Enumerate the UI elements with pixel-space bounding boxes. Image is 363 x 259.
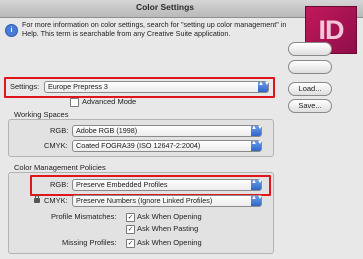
policy-rgb-highlight-box bbox=[30, 175, 271, 196]
advanced-mode-label: Advanced Mode bbox=[82, 97, 137, 106]
ws-rgb-dropdown[interactable]: Adobe RGB (1998) ▲▼ bbox=[72, 125, 263, 137]
missing-profiles-label: Missing Profiles: bbox=[62, 238, 117, 247]
working-spaces-title: Working Spaces bbox=[14, 110, 69, 119]
dropdown-arrows-icon: ▲▼ bbox=[251, 195, 263, 206]
lock-icon bbox=[34, 195, 40, 203]
mismatch-ask-pasting-checkbox[interactable]: ✓ bbox=[126, 225, 135, 234]
ws-cmyk-dropdown[interactable]: Coated FOGRA39 (ISO 12647-2:2004) ▲▼ bbox=[72, 140, 263, 152]
missing-ask-opening-checkbox[interactable]: ✓ bbox=[126, 239, 135, 248]
info-text: For more information on color settings, … bbox=[22, 20, 287, 38]
ws-cmyk-value: Coated FOGRA39 (ISO 12647-2:2004) bbox=[76, 141, 201, 150]
color-settings-dialog: Color Settings ID i For more information… bbox=[0, 0, 363, 259]
load-button[interactable]: Load... bbox=[288, 82, 332, 96]
window-title: Color Settings bbox=[135, 2, 195, 12]
policy-cmyk-value: Preserve Numbers (Ignore Linked Profiles… bbox=[76, 196, 213, 205]
policies-title: Color Management Policies bbox=[14, 163, 106, 172]
info-icon: i bbox=[5, 24, 18, 37]
mismatch-ask-pasting-label: Ask When Pasting bbox=[137, 224, 199, 233]
logo-text: ID bbox=[318, 14, 345, 45]
profile-mismatches-label: Profile Mismatches: bbox=[51, 212, 117, 221]
save-button[interactable]: Save... bbox=[288, 99, 332, 113]
policy-cmyk-dropdown[interactable]: Preserve Numbers (Ignore Linked Profiles… bbox=[72, 195, 263, 207]
mismatch-ask-opening-label: Ask When Opening bbox=[137, 212, 202, 221]
dropdown-arrows-icon: ▲▼ bbox=[251, 125, 263, 136]
ws-rgb-value: Adobe RGB (1998) bbox=[76, 126, 138, 135]
ws-cmyk-label: CMYK: bbox=[44, 141, 68, 150]
advanced-mode-checkbox[interactable] bbox=[70, 98, 79, 107]
ok-button-partial[interactable] bbox=[288, 42, 332, 56]
policy-cmyk-label: CMYK: bbox=[44, 196, 68, 205]
mismatch-ask-opening-checkbox[interactable]: ✓ bbox=[126, 213, 135, 222]
missing-ask-opening-label: Ask When Opening bbox=[137, 238, 202, 247]
dropdown-arrows-icon: ▲▼ bbox=[251, 140, 263, 151]
cancel-button-partial[interactable] bbox=[288, 60, 332, 74]
settings-highlight-box bbox=[4, 77, 275, 98]
ws-rgb-label: RGB: bbox=[50, 126, 69, 135]
